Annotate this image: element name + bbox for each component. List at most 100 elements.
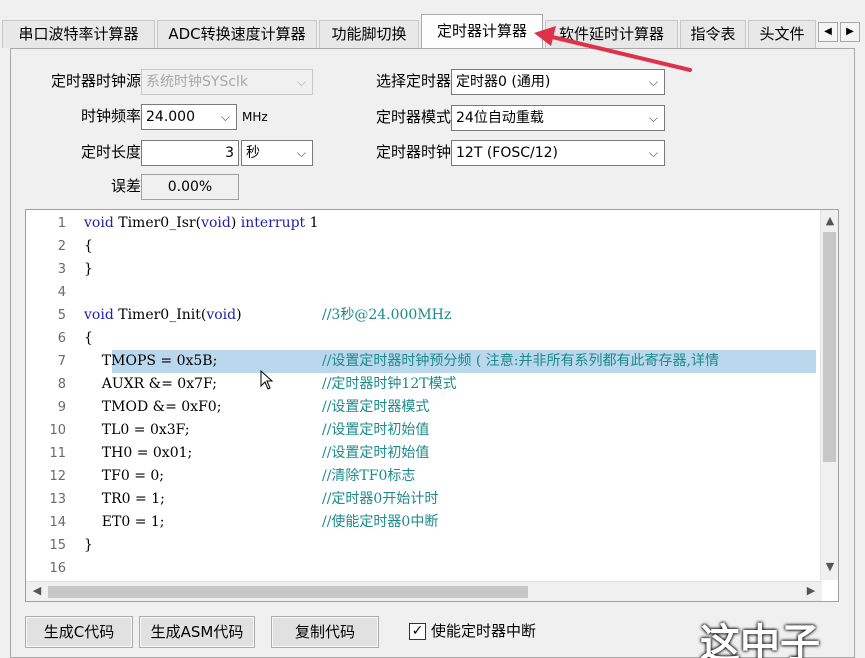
tab-scroll-right-icon[interactable]: ▶ [840, 22, 860, 42]
code-line[interactable]: 9 TMOD &= 0xF0; //设置定时器模式 [26, 396, 816, 419]
generate-asm-button[interactable]: 生成ASM代码 [139, 616, 255, 648]
timer-calculator-panel: 定时器时钟源 系统时钟SYSclk ⌵ 时钟频率 24.000 ⌵ MHz 定时… [10, 48, 855, 658]
tab-soft-delay[interactable]: 软件延时计算器 [545, 20, 678, 48]
code-text: void Timer0_Isr(void) interrupt 1 [84, 212, 319, 235]
code-text: TMOD &= 0xF0; [84, 396, 222, 419]
code-line[interactable]: 10 TL0 = 0x3F; //设置定时初始值 [26, 419, 816, 442]
tab-instruction-table[interactable]: 指令表 [680, 20, 746, 48]
chevron-down-icon: ⌵ [220, 110, 230, 124]
scroll-down-icon[interactable]: ▼ [821, 558, 838, 576]
code-comment: //3秒@24.000MHz [322, 307, 452, 323]
code-token: TH0 = 0x01; [84, 445, 193, 461]
code-token: { [84, 238, 93, 254]
code-token: ) [230, 215, 241, 231]
code-line[interactable]: 14 ET0 = 1; //使能定时器0中断 [26, 511, 816, 534]
tab-timer-calculator[interactable]: 定时器计算器 [421, 14, 543, 48]
timer-clock-select[interactable]: 12T (FOSC/12) ⌵ [451, 140, 665, 166]
duration-input[interactable]: 3 [141, 140, 239, 166]
code-line[interactable]: 16 [26, 557, 816, 580]
code-text: } [84, 534, 93, 557]
code-line[interactable]: 8 AUXR &= 0x7F; //定时器时钟12T模式 [26, 373, 816, 396]
code-token: { [84, 330, 93, 346]
line-number: 4 [57, 285, 66, 300]
line-number: 12 [49, 469, 66, 484]
line-number: 6 [57, 331, 66, 346]
enable-interrupt-checkbox[interactable]: ✓ [409, 623, 426, 640]
code-line[interactable]: 5 void Timer0_Init(void) //3秒@24.000MHz [26, 304, 816, 327]
horizontal-scrollbar[interactable]: ◀ ▶ [26, 581, 822, 601]
code-text: TL0 = 0x3F; [84, 419, 190, 442]
tab-uart-baud[interactable]: 串口波特率计算器 [2, 20, 155, 48]
code-comment: //设置定时器模式 [322, 399, 430, 415]
code-line[interactable]: 1 void Timer0_Isr(void) interrupt 1 [26, 212, 816, 235]
code-line[interactable]: 11 TH0 = 0x01; //设置定时初始值 [26, 442, 816, 465]
chevron-down-icon: ⌵ [296, 146, 306, 160]
code-line[interactable]: 3} [26, 258, 816, 281]
clock-source-select[interactable]: 系统时钟SYSclk ⌵ [141, 69, 313, 95]
code-text: { [84, 327, 93, 350]
line-number: 14 [49, 515, 66, 530]
code-token: Timer0_Init( [113, 307, 207, 323]
overlay-caption: 这中子 [700, 621, 820, 658]
horizontal-scroll-thumb[interactable] [48, 586, 528, 598]
chevron-down-icon: ⌵ [648, 146, 658, 160]
code-line[interactable]: 4 [26, 281, 816, 304]
code-text: ET0 = 1; [84, 511, 165, 534]
timer-select[interactable]: 定时器0 (通用) ⌵ [451, 69, 665, 95]
scroll-right-icon[interactable]: ▶ [802, 582, 820, 600]
code-comment: //定时器时钟12T模式 [322, 376, 457, 392]
clock-source-value: 系统时钟SYSclk [146, 74, 249, 90]
vertical-scrollbar[interactable]: ▲ ▼ [820, 210, 838, 580]
line-number: 8 [57, 377, 66, 392]
code-text: TMOPS = 0x5B; [84, 350, 218, 373]
code-token: ET0 = 1; [84, 514, 165, 530]
code-text: void Timer0_Init(void) [84, 304, 242, 327]
tab-pin-switch[interactable]: 功能脚切换 [319, 20, 419, 48]
code-line[interactable]: 15} [26, 534, 816, 557]
enable-interrupt-label[interactable]: 使能定时器中断 [431, 619, 536, 643]
code-editor[interactable]: 1 void Timer0_Isr(void) interrupt 1 2{3} 4 5… [25, 209, 839, 602]
scroll-left-icon[interactable]: ◀ [28, 582, 46, 600]
code-text: } [84, 258, 93, 281]
clock-freq-input[interactable]: 24.000 ⌵ [141, 104, 237, 130]
code-keyword: void [84, 307, 114, 323]
duration-unit-select[interactable]: 秒 ⌵ [241, 140, 313, 166]
copy-code-button[interactable]: 复制代码 [271, 616, 379, 648]
line-number: 11 [49, 446, 66, 461]
code-token: } [84, 261, 93, 277]
tab-adc-speed[interactable]: ADC转换速度计算器 [157, 20, 317, 48]
clock-freq-unit: MHz [242, 110, 268, 124]
line-number: 15 [49, 538, 66, 553]
line-number: 1 [57, 216, 66, 231]
tab-header-file[interactable]: 头文件 [748, 20, 816, 48]
code-line[interactable]: 6{ [26, 327, 816, 350]
chevron-down-icon: ⌵ [648, 75, 658, 89]
generate-c-button[interactable]: 生成C代码 [25, 616, 133, 648]
clock-source-label: 定时器时钟源 [50, 72, 141, 90]
code-token: AUXR &= 0x7F; [84, 376, 217, 392]
vertical-scroll-thumb[interactable] [823, 232, 836, 462]
clock-freq-label: 时钟频率 [80, 107, 141, 125]
chevron-down-icon: ⌵ [296, 75, 306, 89]
code-token: 1 [305, 215, 319, 231]
line-number: 3 [57, 262, 66, 277]
code-line[interactable]: 7 TMOPS = 0x5B; //设置定时器时钟预分频 ( 注意:并非所有系列都… [58, 350, 816, 373]
code-line[interactable]: 13 TR0 = 1; //定时器0开始计时 [26, 488, 816, 511]
timer-mode-label: 定时器模式 [375, 108, 451, 126]
line-number: 16 [49, 561, 66, 576]
scroll-up-icon[interactable]: ▲ [821, 212, 838, 230]
timer-clock-label: 定时器时钟 [375, 143, 451, 161]
code-line[interactable]: 2{ [26, 235, 816, 258]
code-token: ) [236, 307, 242, 323]
timer-mode-select[interactable]: 24位自动重载 ⌵ [451, 105, 665, 131]
code-line[interactable]: 12 TF0 = 0; //清除TF0标志 [26, 465, 816, 488]
code-token: TMOPS = 0x5B; [84, 353, 218, 369]
tab-scroll-left-icon[interactable]: ◀ [818, 22, 838, 42]
code-keyword: interrupt [240, 215, 306, 231]
line-number: 7 [57, 354, 66, 369]
clock-freq-value: 24.000 [146, 109, 195, 125]
timer-select-label: 选择定时器 [375, 72, 451, 90]
code-comment: //定时器0开始计时 [322, 491, 439, 507]
code-keyword: void [206, 307, 237, 323]
code-token: } [84, 537, 93, 553]
